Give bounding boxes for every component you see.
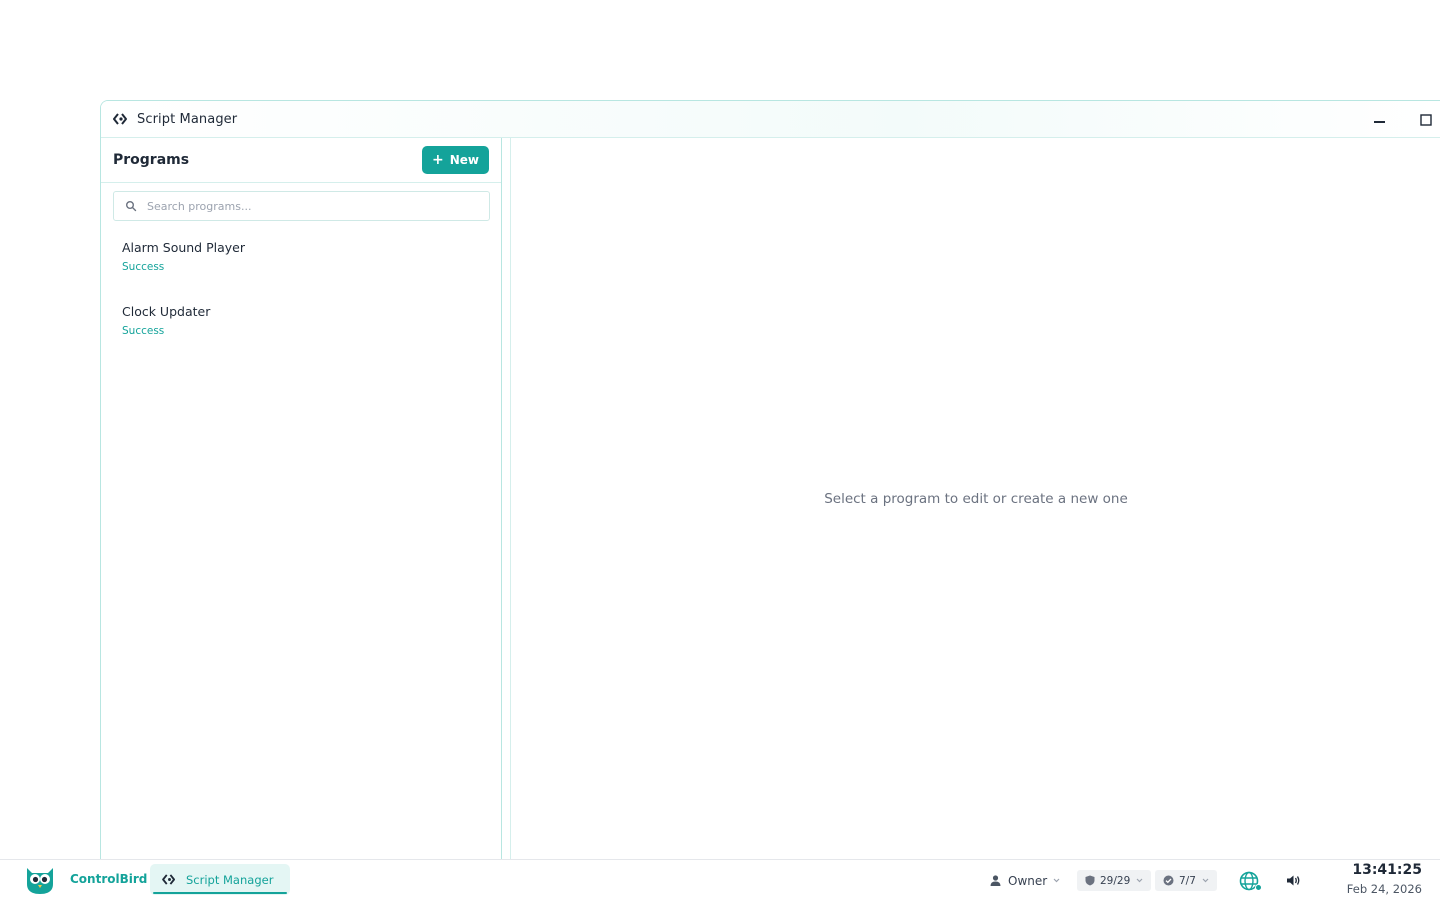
speaker-icon <box>1287 875 1300 886</box>
owl-logo-icon <box>27 868 53 894</box>
program-list: Alarm Sound Player Success Clock Updater… <box>101 235 501 363</box>
program-name: Alarm Sound Player <box>122 240 245 255</box>
script-manager-icon <box>113 111 129 127</box>
editor-area: Select a program to edit or create a new… <box>512 138 1440 860</box>
new-program-button[interactable]: + New <box>421 146 489 174</box>
user-icon <box>990 875 1001 886</box>
security-status[interactable]: 29/29 <box>1077 870 1152 891</box>
checks-count: 7/7 <box>1179 874 1196 887</box>
list-item[interactable]: Clock Updater Success <box>101 299 501 363</box>
brand[interactable]: ControlBird <box>24 862 147 896</box>
search-box[interactable] <box>113 191 490 221</box>
plus-icon: + <box>431 152 444 168</box>
search-icon <box>125 200 137 212</box>
chevron-down-icon <box>1136 878 1143 883</box>
programs-sidebar: Programs + New Alarm Sound Player <box>101 138 502 860</box>
checks-status[interactable]: 7/7 <box>1155 870 1217 891</box>
window-titlebar[interactable]: Script Manager <box>101 101 1440 138</box>
chevron-down-icon <box>1053 878 1060 883</box>
taskbar-app-label: Script Manager <box>186 872 274 887</box>
program-status: Success <box>122 325 165 337</box>
check-circle-icon <box>1163 875 1174 886</box>
shield-icon <box>1085 875 1095 886</box>
clock-time: 13:41:25 <box>1352 862 1422 878</box>
maximize-icon <box>1420 113 1432 126</box>
program-status: Success <box>122 261 165 273</box>
window-body: Programs + New Alarm Sound Player <box>101 138 1440 860</box>
user-name: Owner <box>1008 873 1048 888</box>
script-manager-icon <box>162 874 177 885</box>
search-input[interactable] <box>147 199 489 213</box>
brand-name: ControlBird <box>70 872 148 886</box>
script-manager-window: Script Manager Programs + New Search pro… <box>100 100 1440 860</box>
maximize-button[interactable] <box>1411 101 1440 138</box>
security-count: 29/29 <box>1100 874 1131 887</box>
system-clock[interactable]: 13:41:25 Feb 24, 2026 <box>1347 862 1422 896</box>
minimize-icon <box>1374 120 1385 123</box>
taskbar: ControlBird Script Manager Owner 29/29 7… <box>0 859 1440 900</box>
sidebar-header: Programs + New <box>101 138 501 183</box>
network-status[interactable] <box>1238 860 1262 900</box>
window-title: Script Manager <box>137 111 238 127</box>
resize-handle[interactable] <box>502 138 511 860</box>
program-name: Clock Updater <box>122 304 211 319</box>
chevron-down-icon <box>1202 878 1209 883</box>
minimize-button[interactable] <box>1364 101 1394 138</box>
network-connected-dot <box>1255 884 1262 891</box>
user-menu[interactable]: Owner <box>990 860 1060 900</box>
clock-date: Feb 24, 2026 <box>1346 882 1422 896</box>
list-item[interactable]: Alarm Sound Player Success <box>101 235 501 299</box>
taskbar-app-script-manager[interactable]: Script Manager <box>150 864 290 895</box>
programs-heading: Programs <box>113 152 190 168</box>
new-button-label: New <box>449 153 479 167</box>
empty-state-message: Select a program to edit or create a new… <box>824 491 1128 507</box>
volume-control[interactable] <box>1286 860 1301 900</box>
